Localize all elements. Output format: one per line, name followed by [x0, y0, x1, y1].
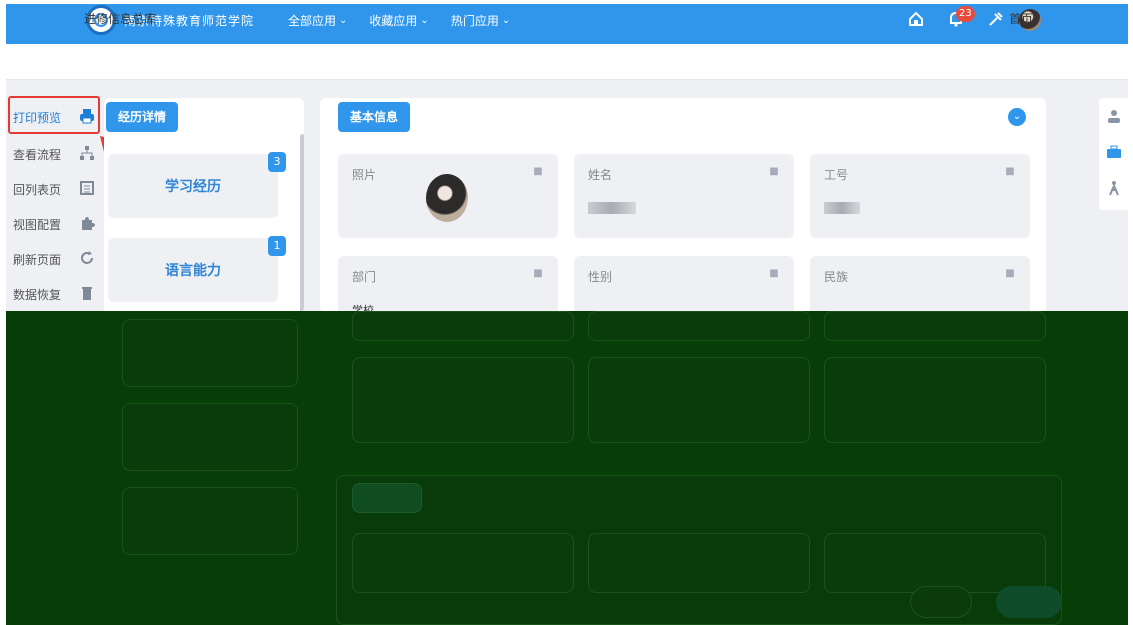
page: 南京特殊教育师范学院 全部应用 ⌄ 收藏应用 ⌄ 热门应用 ⌄ 23 进修信息总库 首… [0, 0, 1133, 625]
page-title: 进修信息总库 [84, 12, 157, 26]
experience-panel: 经历详情 学习经历 3 语言能力 1 [104, 98, 304, 313]
profile-photo [426, 174, 468, 222]
notification-badge: 23 [956, 6, 975, 22]
home-link[interactable]: 首页 [1009, 10, 1033, 27]
menu-favorite-apps[interactable]: 收藏应用 ⌄ [369, 12, 428, 29]
obscured-field [352, 533, 574, 593]
flow-icon [79, 145, 95, 161]
menu-hot-apps[interactable]: 热门应用 ⌄ [451, 12, 510, 29]
card-label: 学习经历 [165, 179, 221, 195]
obscured-card [122, 403, 298, 471]
count-badge: 3 [268, 152, 286, 172]
obscured-panel [6, 311, 114, 551]
lock-icon: ■ [769, 166, 779, 177]
lock-icon: ■ [769, 268, 779, 279]
basic-info-panel: 基本信息 ⌄ 照片 ■ 姓名 ■ 工号 ■ 部门 ■ 学校 性别 ■ 民族 ■ [320, 98, 1046, 313]
lock-icon: ■ [533, 268, 543, 279]
obscured-field [824, 311, 1046, 341]
basic-info-title: 基本信息 [338, 102, 411, 132]
experience-title: 经历详情 [106, 102, 179, 132]
language-ability-card[interactable]: 语言能力 1 [108, 236, 286, 302]
data-restore-button[interactable]: 数据恢复 [6, 278, 100, 308]
department-field: 部门 ■ 学校 [338, 256, 558, 313]
staff-id-field: 工号 ■ [810, 154, 1030, 238]
right-sidebar [1099, 98, 1129, 210]
obscured-field [352, 311, 574, 341]
home-icon[interactable] [906, 10, 926, 30]
menu-all-apps[interactable]: 全部应用 ⌄ [288, 12, 347, 29]
list-icon [79, 180, 95, 196]
photo-field: 照片 ■ [338, 154, 558, 238]
study-experience-card[interactable]: 学习经历 3 [108, 152, 286, 218]
trash-restore-icon [79, 285, 95, 301]
briefcase-icon[interactable] [1105, 144, 1123, 162]
view-flow-button[interactable]: 查看流程 [6, 138, 100, 168]
chevron-down-icon: ⌄ [420, 14, 429, 26]
obscured-field [352, 357, 574, 443]
user-icon[interactable] [1105, 108, 1123, 126]
collapse-icon[interactable]: ⌄ [1008, 108, 1026, 126]
name-field: 姓名 ■ [574, 154, 794, 238]
person-icon[interactable] [1105, 180, 1123, 198]
obscured-field [588, 311, 810, 341]
blurred-value [588, 202, 636, 214]
obscured-field [824, 533, 1046, 593]
obscured-button [996, 586, 1062, 618]
count-badge: 1 [268, 236, 286, 256]
scrollbar[interactable] [300, 134, 304, 313]
view-config-button[interactable]: 视图配置 [6, 208, 100, 238]
gender-field: 性别 ■ [574, 256, 794, 313]
refresh-page-button[interactable]: 刷新页面 [6, 243, 100, 273]
obscured-card [122, 487, 298, 555]
lock-icon: ■ [533, 166, 543, 177]
breadcrumb [6, 44, 1128, 80]
tools-icon[interactable] [986, 10, 1006, 30]
obscured-tag [352, 483, 422, 513]
lock-icon: ■ [1005, 268, 1015, 279]
obscured-button [910, 586, 972, 618]
obscured-field [588, 357, 810, 443]
obscured-card [122, 319, 298, 387]
refresh-icon [79, 250, 95, 266]
ethnicity-field: 民族 ■ [810, 256, 1030, 313]
obscured-field [588, 533, 810, 593]
back-to-list-button[interactable]: 回列表页 [6, 173, 100, 203]
blurred-value [824, 202, 860, 214]
puzzle-icon [79, 215, 95, 231]
chevron-down-icon: ⌄ [339, 14, 348, 26]
print-preview-highlight [8, 96, 100, 134]
chevron-down-icon: ⌄ [501, 14, 511, 26]
lock-icon: ■ [1005, 166, 1015, 177]
app-menu: 全部应用 ⌄ 收藏应用 ⌄ 热门应用 ⌄ [288, 0, 510, 40]
obscured-region [6, 311, 1128, 625]
card-label: 语言能力 [165, 263, 221, 279]
obscured-field [824, 357, 1046, 443]
